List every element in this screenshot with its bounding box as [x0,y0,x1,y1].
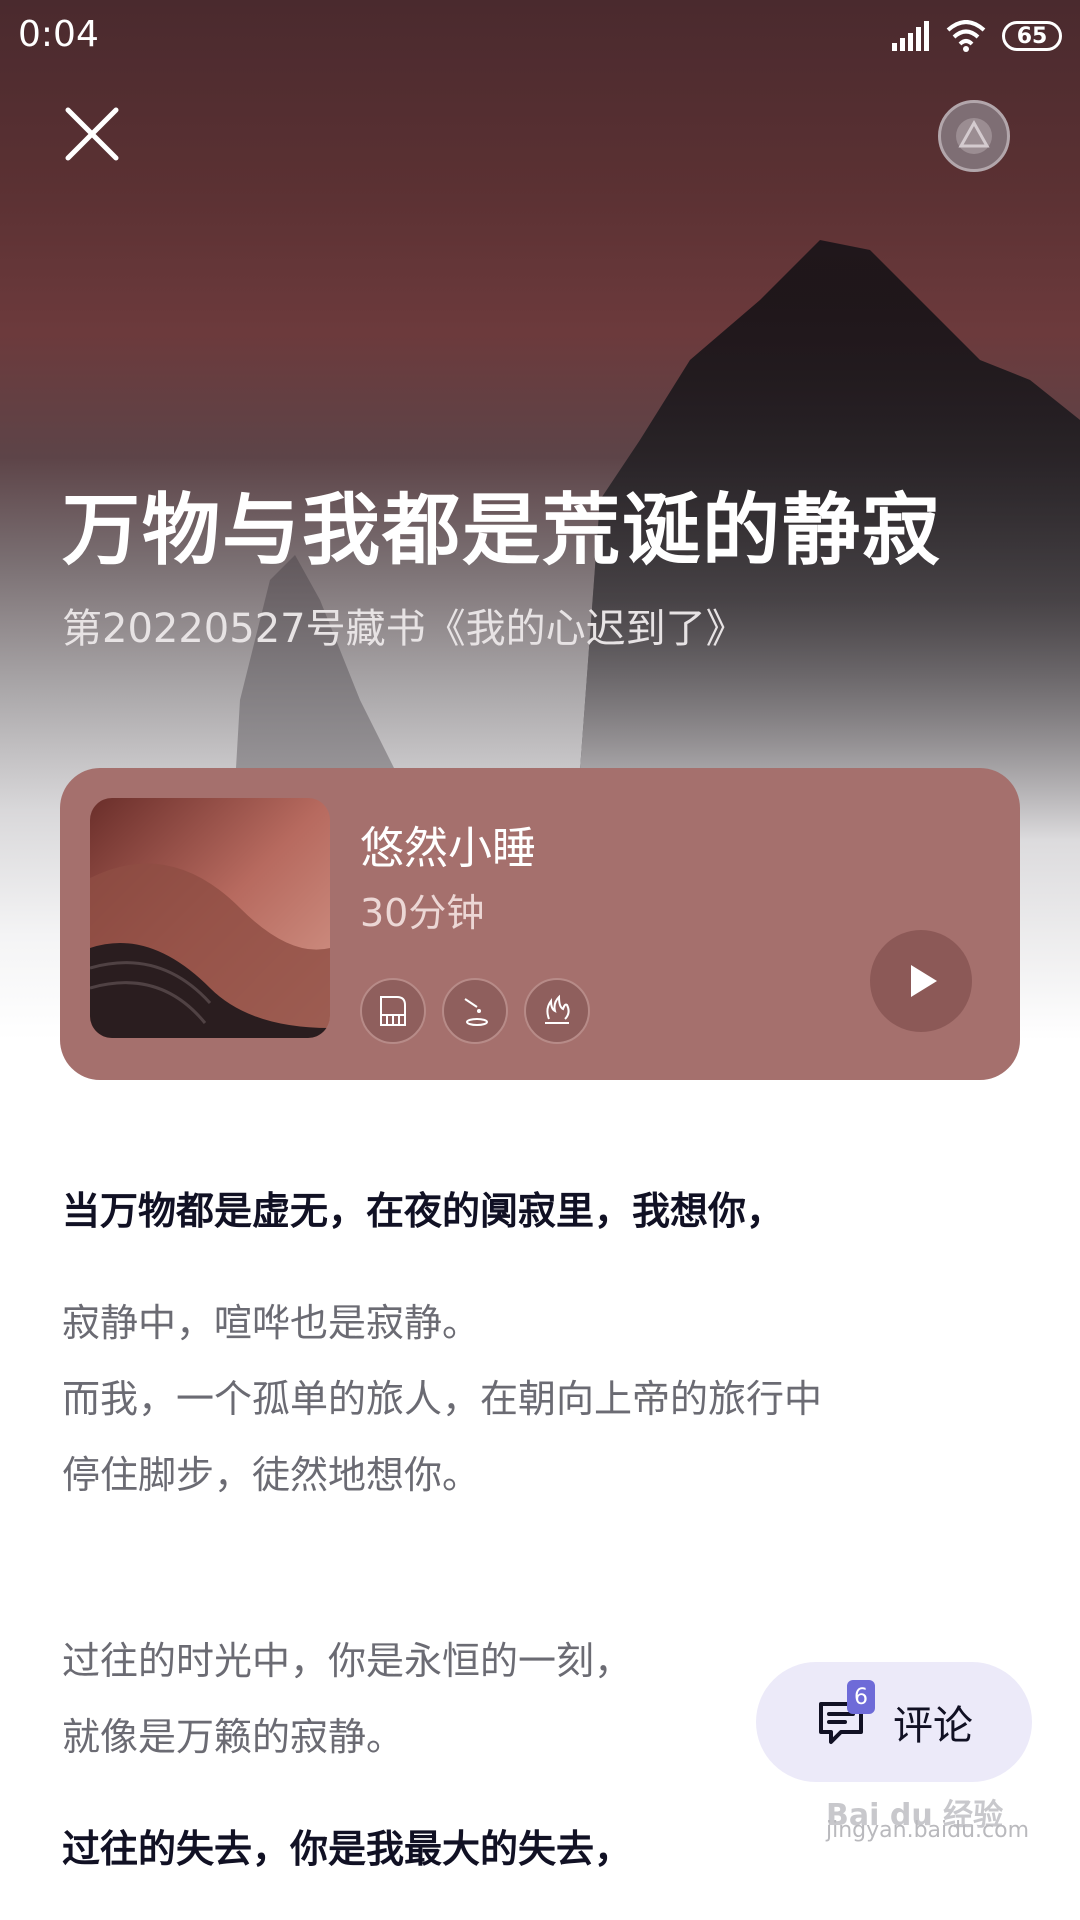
piano-icon [360,978,426,1044]
audio-duration: 30分钟 [360,891,485,935]
status-bar: 0:04 65 [0,0,1080,74]
body-line: 寂静中，喧哗也是寂静。 [62,1301,481,1345]
audio-cover-image [90,798,330,1038]
comment-label: 评论 [893,1703,973,1749]
play-button[interactable] [870,930,972,1032]
close-button[interactable] [62,104,122,164]
audio-title: 悠然小睡 [360,823,536,874]
body-line: 过往的时光中，你是永恒的一刻， [62,1639,633,1683]
audio-card[interactable]: 悠然小睡 30分钟 [60,768,1020,1080]
wifi-icon [946,20,986,52]
page-title: 万物与我都是荒诞的静寂 [62,486,943,576]
status-icons: 65 [890,16,1062,56]
water-drop-icon [442,978,508,1044]
close-icon [65,107,119,161]
comment-button[interactable]: 6 评论 [756,1662,1032,1782]
watermark-url: jingyan.baidu.com [826,1818,1030,1843]
status-time: 0:04 [18,14,99,55]
body-line: 就像是万籁的寂静。 [62,1715,405,1759]
body-line: 而我，一个孤单的旅人，在朝向上帝的旅行中 [62,1377,823,1421]
body-line: 停住脚步，徒然地想你。 [62,1453,481,1497]
page-subtitle: 第20220527号藏书《我的心迟到了》 [62,606,746,652]
campfire-icon [524,978,590,1044]
battery-level: 65 [1016,23,1048,49]
body-line: 过往的失去，你是我最大的失去， [62,1827,633,1871]
signal-icon [892,21,929,51]
audio-tags [360,978,590,1044]
battery-indicator: 65 [1002,21,1062,51]
profile-avatar-button[interactable] [938,100,1010,172]
body-line: 当万物都是虚无，在夜的阒寂里，我想你， [62,1189,785,1233]
play-icon [911,965,937,997]
triangle-logo-icon [956,118,992,154]
comment-icon: 6 [815,1680,875,1750]
comment-count-badge: 6 [847,1680,875,1714]
